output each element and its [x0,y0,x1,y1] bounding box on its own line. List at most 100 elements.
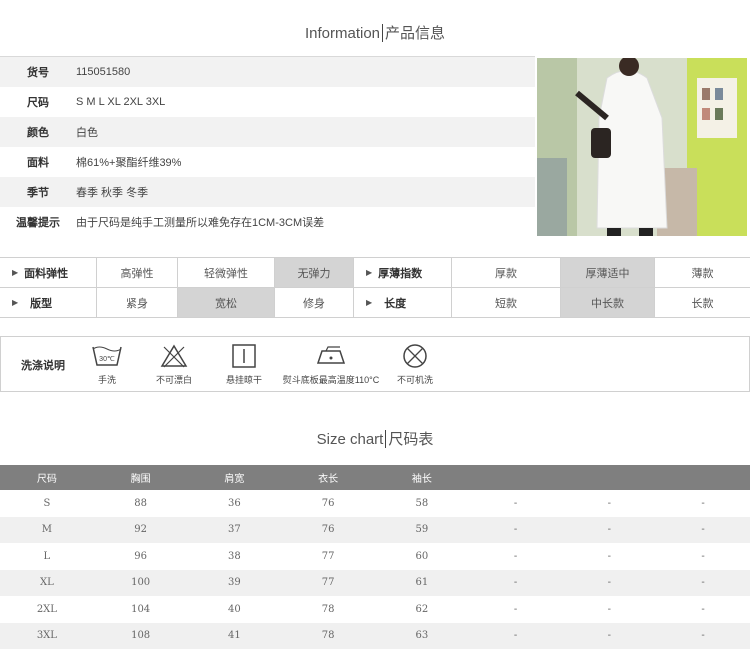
size-cell: 3XL [0,622,94,649]
size-header-cell: 肩宽 [187,465,282,490]
info-key: 面料 [27,157,49,169]
size-cell: 60 [415,550,429,562]
size-cell: 38 [228,550,241,562]
iron-icon [316,346,346,364]
attr-option-selected: 宽松 [178,288,275,317]
size-cell: 78 [321,603,335,615]
info-row: 货号 115051580 [0,57,535,87]
size-cell: 61 [375,569,469,596]
size-cell: - [656,516,750,543]
size-chart-table: 尺码 胸围 肩宽 衣长 袖长 S 88 36 76 58- - - M 92 37 76 59- - - L… [0,465,750,649]
attr-option-selected: 中长款 [561,288,655,317]
size-cell: - [468,569,563,596]
size-title-en: Size chart [316,431,384,448]
size-cell: 100 [93,569,188,596]
attr-label-text: 面料弹性 [24,267,69,280]
attr-row-fit-length: ▶ 版型 紧身 宽松 修身 ▶ 长度 短款 中长款 长款 [0,288,750,318]
triangle-icon: ▶ [366,268,373,277]
info-value: 由于尺码是纯手工测量所以难免存在1CM-3CM误差 [76,217,325,229]
size-header-cell: 衣长 [281,465,375,490]
size-header-cell: 袖长 [375,465,469,490]
size-header-row: 尺码 胸围 肩宽 衣长 袖长 [0,465,750,490]
wash-item-iron: 熨斗底板最高温度110°C [277,343,385,386]
size-cell: XL [0,569,94,596]
table-row: M 92 37 76 59- - - [0,516,750,543]
hand-wash-icon: 30℃ [92,346,122,366]
attr-row-elasticity-thickness: ▶ 面料弹性 高弹性 轻微弹性 无弹力 ▶ 厚薄指数 厚款 厚薄适中 薄款 [0,258,750,288]
info-value: S M L XL 2XL 3XL [76,96,166,108]
attr-option: 修身 [275,288,354,317]
info-key: 货号 [27,67,49,79]
attr-option: 高弹性 [97,258,178,287]
wash-item-hang-dry: 悬挂晾干 [221,343,267,386]
size-header-cell [468,465,563,490]
wash-item-no-machine-wash: 不可机洗 [395,343,435,386]
wash-label: 悬挂晾干 [225,375,262,385]
size-cell: - [656,569,750,596]
size-cell: M [0,516,94,543]
size-cell: 108 [93,622,188,649]
triangle-icon: ▶ [366,298,373,307]
info-section-title: Information 产品信息 [0,22,750,43]
attr-label: ▶ 版型 [0,288,97,317]
wash-label: 不可机洗 [396,375,433,385]
product-photo [537,58,747,236]
size-cell: - [513,603,518,615]
size-cell: 2XL [36,603,57,615]
size-cell: 76 [281,516,375,543]
size-cell: - [701,550,705,562]
info-key: 季节 [27,187,49,199]
size-chart-body: S 88 36 76 58- - - M 92 37 76 59- - - L 96 38 77 60- - - XL 10… [0,490,750,649]
size-cell: 40 [228,603,241,615]
info-row: 温馨提示 由于尺码是纯手工测量所以难免存在1CM-3CM误差 [0,207,535,237]
info-key: 颜色 [27,127,49,139]
size-header-cell: 尺码 [0,465,94,490]
info-title-en: Information [304,25,381,42]
no-bleach-icon [160,344,188,368]
info-title-zh: 产品信息 [385,25,446,42]
title-divider [385,430,387,448]
info-value: 115051580 [76,66,131,78]
attr-label-text: 版型 [30,297,53,310]
attr-label: ▶ 厚薄指数 [354,258,452,287]
washing-title: 洗涤说明 [21,360,65,372]
attribute-grid: ▶ 面料弹性 高弹性 轻微弹性 无弹力 ▶ 厚薄指数 厚款 厚薄适中 薄款 ▶ 版型 … [0,257,750,318]
wash-item-no-bleach: 不可漂白 [151,343,197,386]
wash-temp-text: 30℃ [99,356,115,363]
attr-option: 长款 [691,297,714,310]
washing-instructions: 洗涤说明 30℃ 手洗 不可漂白 悬挂晾干 熨斗底板最高温度110°C 不可机洗 [0,336,750,392]
size-cell: L [43,550,51,562]
triangle-icon: ▶ [12,268,19,277]
info-row: 面料 棉61%+聚酯纤维39% [0,147,535,177]
size-cell: 36 [228,497,241,509]
attr-option: 短款 [452,288,561,317]
wash-item-hand-wash: 30℃ 手洗 [89,343,125,386]
size-cell: S [43,497,51,509]
size-cell: 77 [321,550,335,562]
no-machine-wash-icon [403,344,427,368]
size-cell: - [468,516,563,543]
table-row: 2XL 104 40 78 62 - - - [0,596,750,623]
info-value: 白色 [76,127,98,139]
attr-option-selected: 厚薄适中 [561,258,655,287]
size-cell: - [562,622,657,649]
attr-label-text: 厚薄指数 [378,267,423,280]
info-row: 颜色 白色 [0,117,535,147]
wash-label: 熨斗底板最高温度110°C [282,375,380,385]
size-cell: - [607,603,612,615]
info-value: 春季 秋季 冬季 [76,187,149,199]
triangle-icon: ▶ [12,298,19,307]
size-cell: 62 [415,603,429,615]
size-cell: - [701,603,705,615]
size-cell: - [607,497,612,509]
info-row: 尺码 S M L XL 2XL 3XL [0,87,535,117]
wash-label: 不可漂白 [155,375,192,385]
size-cell: 88 [134,497,147,509]
table-row: XL 100 39 77 61- - - [0,569,750,596]
size-cell: 39 [187,569,282,596]
title-divider [382,24,384,42]
size-cell: 59 [375,516,469,543]
table-row: S 88 36 76 58 - - - [0,490,750,517]
size-cell: 78 [281,622,375,649]
attr-option: 薄款 [691,267,714,280]
